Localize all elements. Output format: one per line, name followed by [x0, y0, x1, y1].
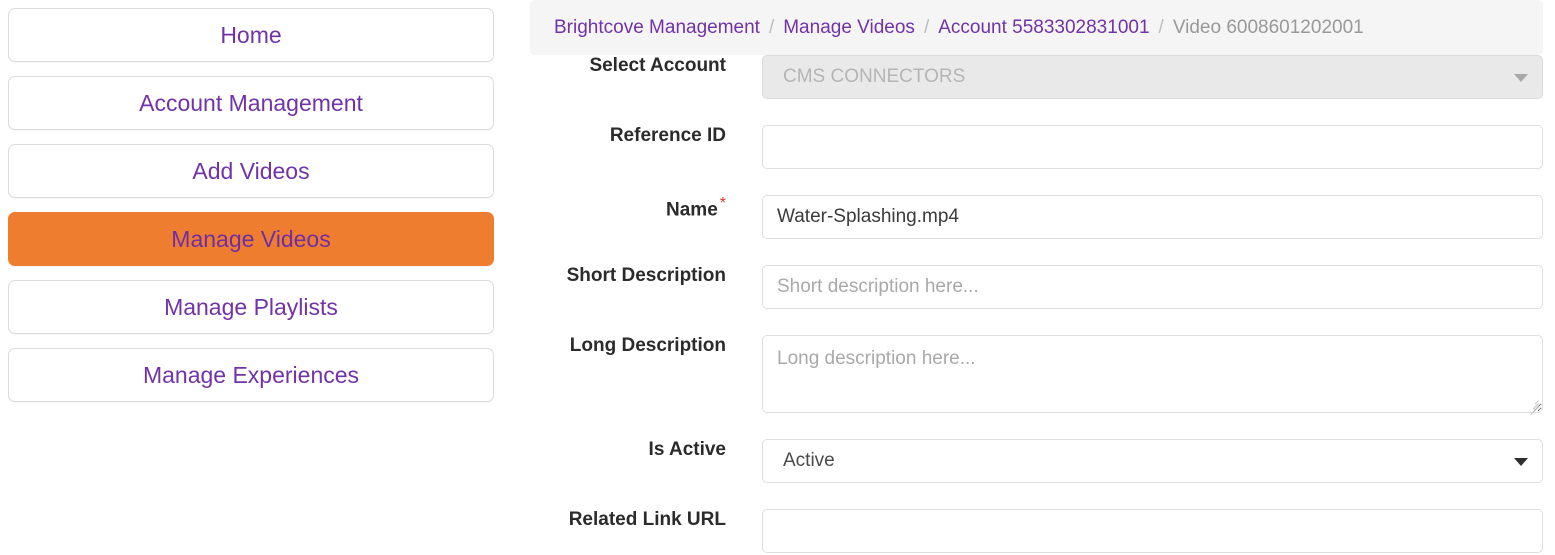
- chevron-down-icon: [1514, 458, 1528, 466]
- video-edit-form: Select Account CMS CONNECTORS Reference …: [530, 55, 1555, 555]
- app-root: Home Account Management Add Videos Manag…: [0, 0, 1555, 555]
- breadcrumb: Brightcove Management / Manage Videos / …: [530, 0, 1543, 55]
- breadcrumb-separator: /: [1159, 17, 1164, 39]
- select-account-dropdown: CMS CONNECTORS: [762, 55, 1543, 99]
- label-reference-id: Reference ID: [530, 125, 762, 147]
- main-panel: Brightcove Management / Manage Videos / …: [530, 0, 1555, 555]
- related-link-url-input[interactable]: [762, 509, 1543, 553]
- breadcrumb-separator: /: [769, 17, 774, 39]
- control-reference-id: [762, 125, 1555, 169]
- long-description-textarea[interactable]: [762, 335, 1543, 413]
- name-input[interactable]: [762, 195, 1543, 239]
- control-short-description: [762, 265, 1555, 309]
- label-name: Name*: [530, 195, 762, 221]
- chevron-down-icon: [1514, 74, 1528, 82]
- control-long-description: [762, 335, 1555, 413]
- label-related-link-url: Related Link URL: [530, 509, 762, 531]
- breadcrumb-item-account[interactable]: Account 5583302831001: [938, 17, 1149, 39]
- sidebar-item-manage-experiences[interactable]: Manage Experiences: [8, 348, 494, 402]
- control-name: [762, 195, 1555, 239]
- field-row-short-description: Short Description: [530, 265, 1555, 309]
- short-description-input[interactable]: [762, 265, 1543, 309]
- sidebar-nav: Home Account Management Add Videos Manag…: [8, 8, 494, 416]
- reference-id-input[interactable]: [762, 125, 1543, 169]
- sidebar-item-manage-playlists[interactable]: Manage Playlists: [8, 280, 494, 334]
- breadcrumb-separator: /: [924, 17, 929, 39]
- control-select-account: CMS CONNECTORS: [762, 55, 1555, 99]
- field-row-name: Name*: [530, 195, 1555, 239]
- control-is-active: Active: [762, 439, 1555, 483]
- select-account-value: CMS CONNECTORS: [783, 66, 965, 88]
- label-name-text: Name: [666, 199, 718, 220]
- sidebar-item-manage-videos[interactable]: Manage Videos: [8, 212, 494, 266]
- is-active-value: Active: [783, 450, 835, 472]
- breadcrumb-item-brightcove-management[interactable]: Brightcove Management: [554, 17, 760, 39]
- is-active-dropdown[interactable]: Active: [762, 439, 1543, 483]
- field-row-long-description: Long Description: [530, 335, 1555, 413]
- sidebar-item-add-videos[interactable]: Add Videos: [8, 144, 494, 198]
- sidebar-item-account-management[interactable]: Account Management: [8, 76, 494, 130]
- label-short-description: Short Description: [530, 265, 762, 287]
- label-select-account: Select Account: [530, 55, 762, 77]
- field-row-reference-id: Reference ID: [530, 125, 1555, 169]
- field-row-select-account: Select Account CMS CONNECTORS: [530, 55, 1555, 99]
- control-related-link-url: [762, 509, 1555, 553]
- field-row-related-link-url: Related Link URL: [530, 509, 1555, 553]
- field-row-is-active: Is Active Active: [530, 439, 1555, 483]
- breadcrumb-item-video-current: Video 6008601202001: [1173, 17, 1364, 39]
- required-asterisk: *: [720, 195, 726, 212]
- label-long-description: Long Description: [530, 335, 762, 357]
- sidebar-item-home[interactable]: Home: [8, 8, 494, 62]
- label-is-active: Is Active: [530, 439, 762, 461]
- breadcrumb-item-manage-videos[interactable]: Manage Videos: [783, 17, 915, 39]
